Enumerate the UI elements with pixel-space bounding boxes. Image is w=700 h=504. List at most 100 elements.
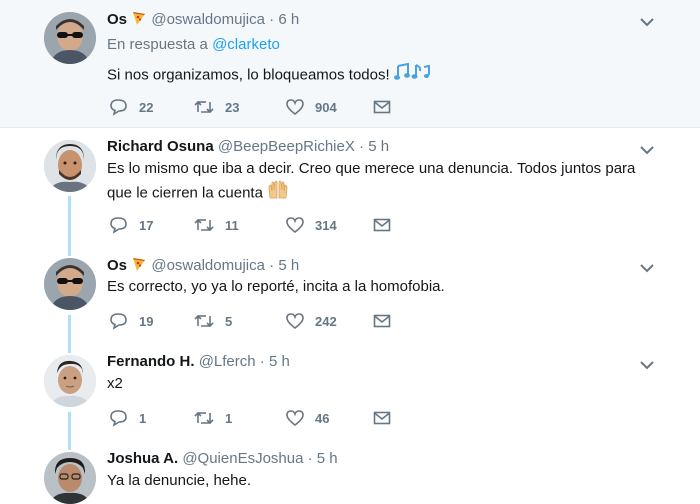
avatar[interactable] <box>44 258 96 310</box>
reply-count: 22 <box>139 99 154 115</box>
tweet-1[interactable]: Os @oswaldomujica · 6 h En respuesta a @… <box>0 0 700 128</box>
retweet-count: 23 <box>225 99 240 115</box>
like-button[interactable]: 46 <box>285 407 329 429</box>
display-name[interactable]: Joshua A. <box>107 450 178 467</box>
timestamp[interactable]: 5 h <box>317 450 338 467</box>
retweet-button[interactable]: 11 <box>193 214 239 236</box>
direct-message-button[interactable] <box>373 310 401 332</box>
tweet-header: Os @oswaldomujica · 5 h <box>107 256 299 276</box>
avatar[interactable] <box>44 355 96 407</box>
tweet-text: x2 <box>107 375 123 392</box>
display-name[interactable]: Fernando H. <box>107 353 195 370</box>
like-button[interactable]: 242 <box>285 310 337 332</box>
like-count: 242 <box>315 313 337 329</box>
reply-to-label: En respuesta a <box>107 36 208 53</box>
reply-button[interactable]: 17 <box>109 214 153 236</box>
retweet-icon <box>194 100 214 114</box>
timestamp[interactable]: 5 h <box>269 353 290 370</box>
timestamp[interactable]: 5 h <box>368 138 389 155</box>
display-name[interactable]: Os <box>107 11 127 28</box>
like-count: 904 <box>315 99 337 115</box>
reply-count: 19 <box>139 313 154 329</box>
direct-message-button[interactable] <box>373 407 401 429</box>
reply-icon <box>110 217 127 234</box>
reply-button[interactable]: 1 <box>109 407 146 429</box>
tweet-text: Es correcto, yo ya lo reporté, incita a … <box>107 278 445 295</box>
retweet-icon <box>194 314 214 328</box>
tweet-header: Fernando H. @Lferch · 5 h <box>107 353 290 370</box>
tweet-3[interactable]: Os @oswaldomujica · 5 h Es correcto, yo … <box>0 246 700 344</box>
retweet-count: 11 <box>225 217 239 233</box>
separator-dot: · <box>259 353 265 370</box>
separator-dot: · <box>269 256 275 274</box>
envelope-icon <box>373 411 391 425</box>
reply-icon <box>110 313 127 330</box>
raised-hands-icon <box>267 180 289 207</box>
username[interactable]: @BeepBeepRichieX <box>218 138 355 155</box>
direct-message-button[interactable] <box>373 214 401 236</box>
display-name[interactable]: Richard Osuna <box>107 138 214 155</box>
avatar[interactable] <box>44 12 96 64</box>
envelope-icon <box>373 314 391 328</box>
envelope-icon <box>373 100 391 114</box>
tweet-text: Si nos organizamos, lo bloqueamos todos! <box>107 62 667 89</box>
timestamp[interactable]: 5 h <box>278 257 299 274</box>
tweet-text-content: que le cierren la cuenta <box>107 184 263 202</box>
reply-icon <box>110 99 127 116</box>
reply-to-line: En respuesta a @clarketo <box>107 36 280 53</box>
tweet-5[interactable]: Joshua A. @QuienEsJoshua · 5 h Ya la den… <box>0 440 700 504</box>
separator-dot: · <box>307 450 313 467</box>
heart-icon <box>286 217 304 234</box>
pizza-icon <box>131 256 147 276</box>
reply-mention-link[interactable]: @clarketo <box>212 36 280 53</box>
tweet-text-content: Si nos organizamos, lo bloqueamos todos! <box>107 66 390 84</box>
retweet-icon <box>194 411 214 425</box>
retweet-count: 5 <box>225 313 233 329</box>
tweet-actions: 22 23 904 <box>107 96 407 118</box>
username[interactable]: @oswaldomujica <box>151 11 265 28</box>
chevron-down-icon[interactable] <box>638 144 656 156</box>
username[interactable]: @Lferch <box>199 353 256 370</box>
chevron-down-icon[interactable] <box>638 16 656 28</box>
tweet-text-line: Es lo mismo que iba a decir. Creo que me… <box>107 160 636 177</box>
heart-icon <box>286 99 304 116</box>
like-button[interactable]: 314 <box>285 214 337 236</box>
separator-dot: · <box>359 138 365 155</box>
direct-message-button[interactable] <box>373 96 401 118</box>
like-count: 46 <box>315 410 330 426</box>
tweet-header: Joshua A. @QuienEsJoshua · 5 h <box>107 450 338 467</box>
avatar[interactable] <box>44 140 96 192</box>
tweet-header: Os @oswaldomujica · 6 h <box>107 10 299 30</box>
username[interactable]: @oswaldomujica <box>151 257 265 274</box>
reply-button[interactable]: 22 <box>109 96 153 118</box>
tweet-text: Es lo mismo que iba a decir. Creo que me… <box>107 158 667 207</box>
retweet-count: 1 <box>225 410 233 426</box>
retweet-button[interactable]: 5 <box>193 310 232 332</box>
avatar[interactable] <box>44 452 96 504</box>
retweet-button[interactable]: 23 <box>193 96 239 118</box>
retweet-icon <box>194 218 214 232</box>
musical-notes-icon <box>393 62 430 89</box>
like-count: 314 <box>315 217 337 233</box>
reply-count: 17 <box>139 217 154 233</box>
tweet-text: Ya la denuncie, hehe. <box>107 472 252 489</box>
separator-dot: · <box>269 10 275 28</box>
reply-icon <box>110 410 127 427</box>
chevron-down-icon[interactable] <box>638 359 656 371</box>
timestamp[interactable]: 6 h <box>278 11 299 28</box>
tweet-2[interactable]: Richard Osuna @BeepBeepRichieX · 5 h Es … <box>0 128 700 246</box>
like-button[interactable]: 904 <box>285 96 337 118</box>
tweet-header: Richard Osuna @BeepBeepRichieX · 5 h <box>107 138 389 155</box>
display-name[interactable]: Os <box>107 257 127 274</box>
tweet-actions: 19 5 242 <box>107 310 407 332</box>
tweet-actions: 17 11 314 <box>107 214 407 236</box>
reply-button[interactable]: 19 <box>109 310 153 332</box>
tweet-actions: 1 1 46 <box>107 407 407 429</box>
envelope-icon <box>373 218 391 232</box>
chevron-down-icon[interactable] <box>638 262 656 274</box>
username[interactable]: @QuienEsJoshua <box>182 450 303 467</box>
tweet-text-line: que le cierren la cuenta <box>107 180 667 207</box>
retweet-button[interactable]: 1 <box>193 407 232 429</box>
tweet-4[interactable]: Fernando H. @Lferch · 5 h x2 1 1 46 <box>0 343 700 441</box>
heart-icon <box>286 313 304 330</box>
